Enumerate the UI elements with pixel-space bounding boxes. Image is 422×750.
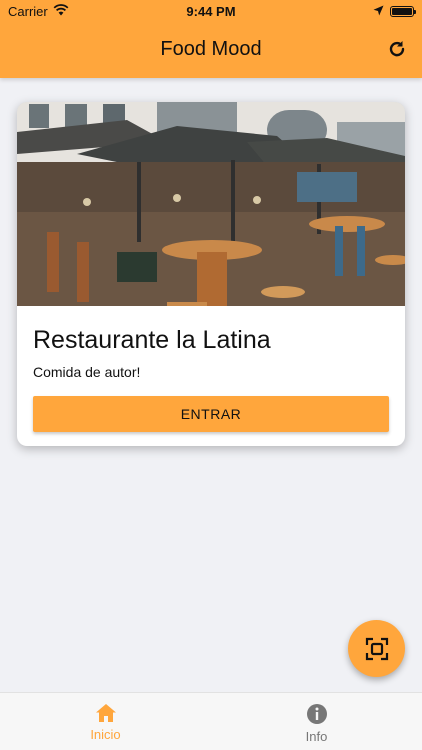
tab-inicio-label: Inicio <box>90 727 121 742</box>
refresh-button[interactable] <box>386 38 408 60</box>
home-icon <box>95 704 116 722</box>
location-arrow-icon <box>373 4 384 19</box>
battery-fill <box>392 8 412 15</box>
tab-info-label: Info <box>305 729 328 744</box>
status-bar: Carrier 9:44 PM <box>0 0 422 22</box>
scan-button[interactable] <box>348 620 405 677</box>
tab-info[interactable]: Info <box>211 693 422 750</box>
restaurant-image <box>17 102 405 306</box>
battery-icon <box>390 6 416 17</box>
scan-icon <box>365 637 388 660</box>
status-right <box>373 4 416 19</box>
app-header: Carrier 9:44 PM Food Mood <box>0 0 422 78</box>
enter-button[interactable]: ENTRAR <box>33 396 389 432</box>
info-icon <box>306 704 327 724</box>
restaurant-description: Comida de autor! <box>33 364 141 380</box>
status-time: 9:44 PM <box>186 4 236 19</box>
refresh-icon <box>389 41 405 57</box>
app-title: Food Mood <box>160 38 262 60</box>
restaurant-card: Restaurante la Latina Comida de autor! E… <box>17 102 405 446</box>
restaurant-name: Restaurante la Latina <box>33 326 271 354</box>
tab-bar: Inicio Info <box>0 692 422 750</box>
tab-inicio[interactable]: Inicio <box>0 693 211 750</box>
